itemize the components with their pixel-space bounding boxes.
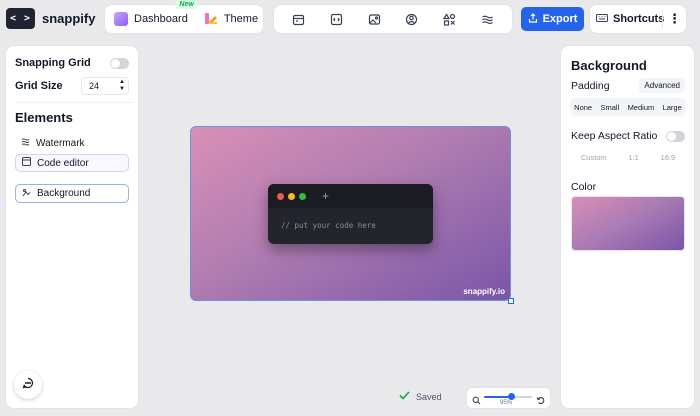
chat-icon <box>22 376 34 394</box>
export-label: Export <box>542 13 578 25</box>
code-block-icon[interactable] <box>329 12 343 26</box>
dashboard-button[interactable]: Dashboard New <box>105 0 198 33</box>
more-menu-button[interactable]: ⋮ <box>663 11 686 27</box>
right-panel: Background Padding Advanced None Small M… <box>561 46 694 408</box>
grid-size-input[interactable]: 24 ▲ ▼ <box>81 77 129 95</box>
padding-selector: None Small Medium Large <box>570 98 686 116</box>
snapping-grid-row: Snapping Grid <box>15 57 129 69</box>
zoom-icon[interactable] <box>472 392 481 410</box>
resize-handle[interactable] <box>508 298 514 304</box>
dashboard-label: Dashboard <box>134 13 188 25</box>
element-background[interactable]: Background <box>15 184 129 203</box>
new-badge: New <box>175 0 198 9</box>
grid-size-stepper[interactable]: ▲ ▼ <box>119 79 125 93</box>
minimize-dot <box>288 192 295 200</box>
left-panel: Snapping Grid Grid Size 24 ▲ ▼ Elements W… <box>6 46 138 408</box>
maximize-dot <box>299 192 306 200</box>
padding-row: Padding Advanced <box>571 78 685 93</box>
image-icon[interactable] <box>367 12 381 26</box>
code-placeholder[interactable]: // put your code here <box>268 208 433 230</box>
logo-mark: < > <box>6 8 35 29</box>
grid-size-row: Grid Size 24 ▲ ▼ <box>15 77 129 95</box>
grid-size-value: 24 <box>89 81 100 91</box>
grid-size-label: Grid Size <box>15 80 63 92</box>
padding-large[interactable]: Large <box>663 103 682 112</box>
keep-aspect-label: Keep Aspect Ratio <box>571 130 658 142</box>
close-dot <box>277 192 284 200</box>
elements-title: Elements <box>15 110 73 125</box>
keep-aspect-toggle[interactable] <box>666 130 685 142</box>
theme-button[interactable]: Theme <box>196 5 266 33</box>
padding-label: Padding <box>571 79 610 92</box>
lines-icon <box>21 137 30 149</box>
code-window-icon <box>22 157 31 169</box>
code-window-header: + <box>268 184 433 208</box>
panel-title: Background <box>571 58 647 73</box>
shapes-icon[interactable] <box>442 12 456 26</box>
element-label: Code editor <box>37 157 89 169</box>
element-watermark[interactable]: Watermark <box>15 134 129 152</box>
theme-label: Theme <box>223 13 259 25</box>
element-label: Watermark <box>36 137 85 149</box>
top-bar: < > snappify Dashboard New Theme Export … <box>0 0 700 40</box>
keyboard-icon <box>596 13 608 26</box>
zoom-level: 95% <box>500 400 513 406</box>
calendar-icon[interactable] <box>292 12 306 26</box>
aspect-16-9: 16:9 <box>660 152 676 162</box>
color-row: Color <box>571 181 596 193</box>
add-tab-icon[interactable]: + <box>322 189 329 203</box>
shortcuts-button[interactable]: Shortcuts <box>590 13 665 26</box>
app-logo[interactable]: < > snappify <box>6 8 95 29</box>
theme-icon <box>204 11 218 28</box>
canvas-background[interactable]: + // put your code here snappify.io <box>190 126 514 304</box>
shortcuts-label: Shortcuts <box>613 13 665 25</box>
user-icon[interactable] <box>405 12 419 26</box>
zoom-control: 95% <box>467 388 550 408</box>
nav-group: Dashboard New Theme <box>105 0 266 33</box>
snapping-grid-toggle[interactable] <box>110 57 129 69</box>
export-icon <box>528 12 538 26</box>
advanced-button[interactable]: Advanced <box>639 78 685 93</box>
insert-toolbar <box>274 5 512 33</box>
background-icon <box>22 188 31 200</box>
aspect-custom: Custom <box>580 152 607 162</box>
shortcuts-group: Shortcuts ⋮ <box>590 5 686 33</box>
app-name: snappify <box>42 11 96 26</box>
padding-medium[interactable]: Medium <box>628 103 655 112</box>
padding-none[interactable]: None <box>574 103 592 112</box>
color-label: Color <box>571 181 597 193</box>
element-label: Background <box>37 188 91 199</box>
watermark-text: snappify.io <box>463 287 505 296</box>
dashboard-icon <box>114 12 128 26</box>
aspect-selector: Custom 1:1 16:9 <box>570 148 686 166</box>
snapping-grid-label: Snapping Grid <box>15 57 91 69</box>
aspect-row: Keep Aspect Ratio <box>571 130 685 142</box>
chat-button[interactable] <box>14 371 42 399</box>
reset-zoom-icon[interactable] <box>536 392 545 410</box>
save-status: Saved <box>399 391 442 402</box>
aspect-1-1: 1:1 <box>628 152 639 162</box>
zoom-slider[interactable] <box>484 393 532 400</box>
zoom-slider-thumb[interactable] <box>507 393 515 400</box>
color-swatch[interactable] <box>571 196 685 251</box>
padding-small[interactable]: Small <box>600 103 619 112</box>
code-editor-window[interactable]: + // put your code here <box>268 184 433 244</box>
waves-icon[interactable] <box>480 12 494 26</box>
element-code-editor[interactable]: Code editor <box>15 154 129 172</box>
export-button[interactable]: Export <box>521 7 584 31</box>
divider <box>16 102 132 103</box>
saved-label: Saved <box>416 391 442 402</box>
check-icon <box>399 391 410 402</box>
